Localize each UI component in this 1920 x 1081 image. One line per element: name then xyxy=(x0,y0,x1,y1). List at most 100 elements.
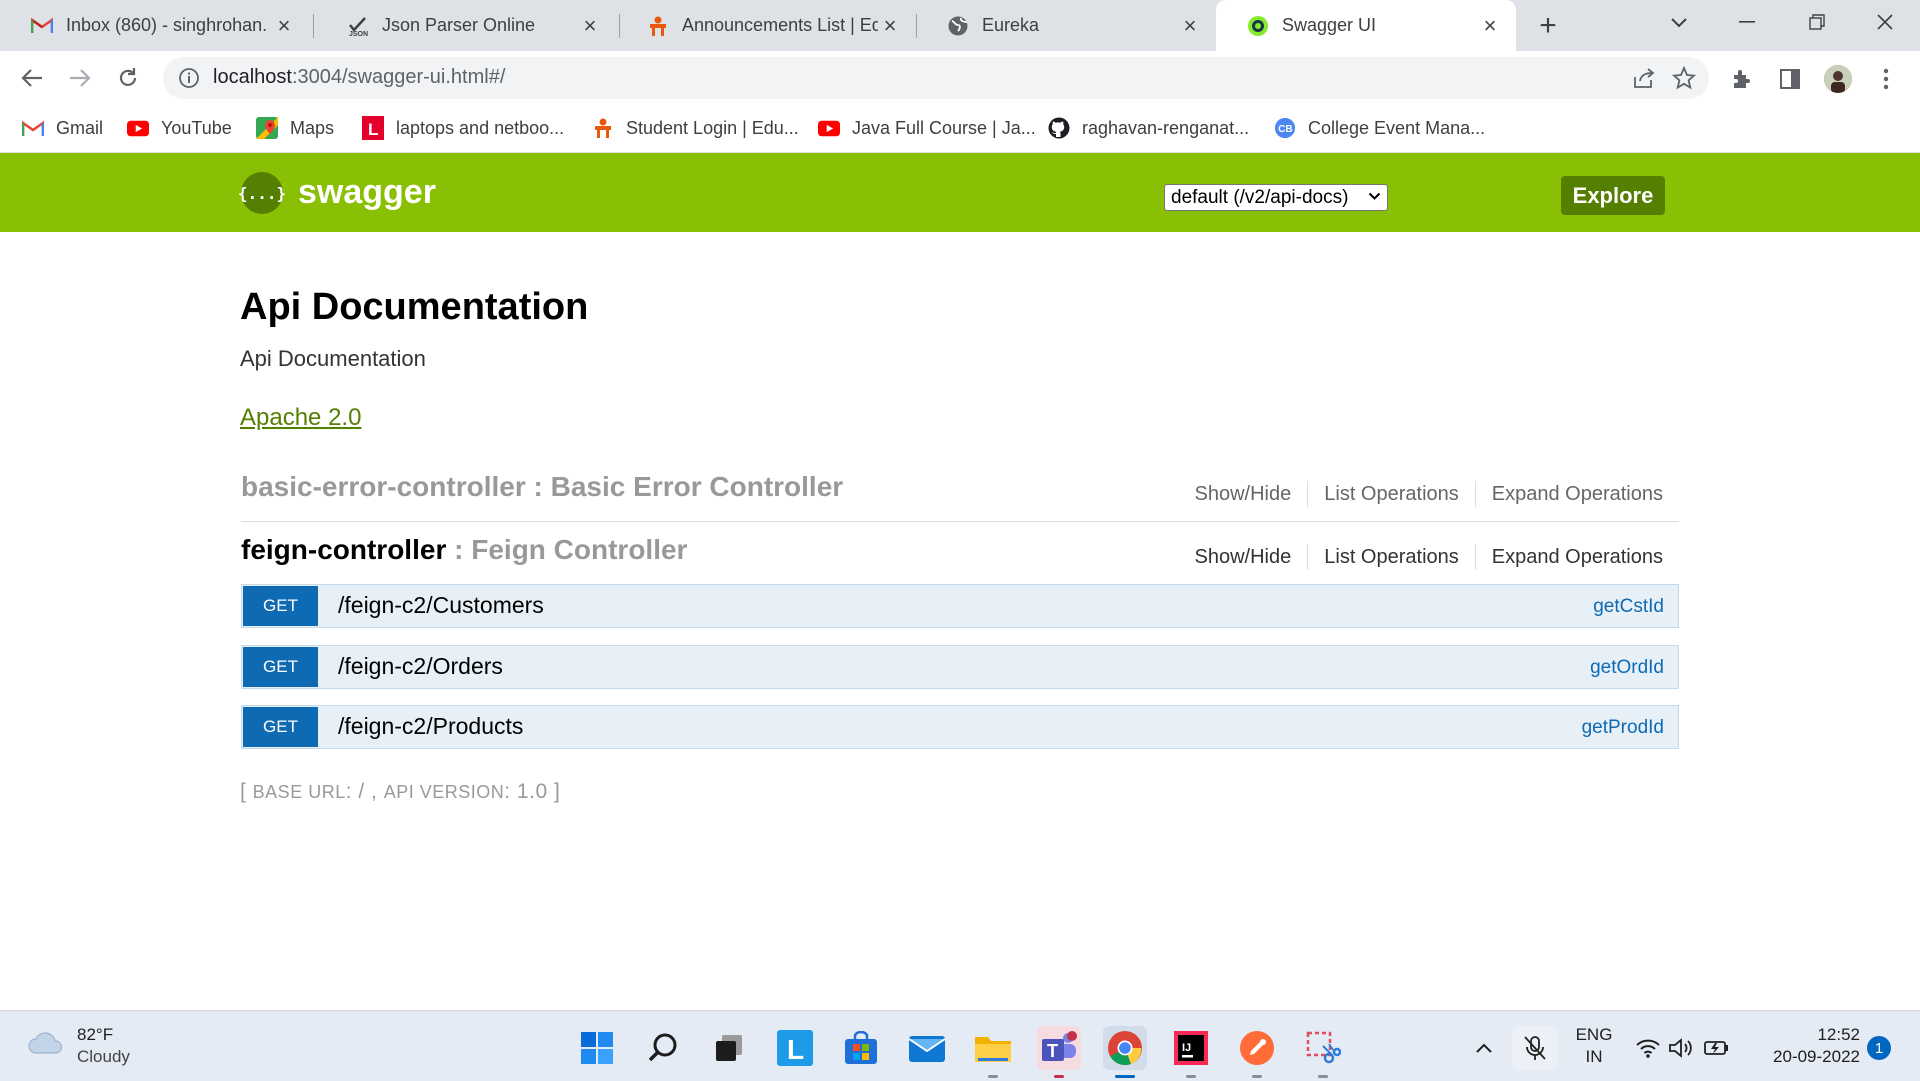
svg-text:CB: CB xyxy=(1278,124,1293,135)
task-view-icon[interactable] xyxy=(707,1026,751,1070)
address-bar[interactable]: localhost:3004/swagger-ui.html#/ xyxy=(163,57,1709,99)
swagger-brand[interactable]: swagger xyxy=(298,173,436,212)
clock[interactable]: 12:52 20-09-2022 xyxy=(1750,1024,1860,1068)
intellij-icon[interactable]: IJ xyxy=(1169,1026,1213,1078)
bookmark-java-course[interactable]: Java Full Course | Ja... xyxy=(818,113,1036,143)
bookmark-student-login[interactable]: Student Login | Edu... xyxy=(592,113,799,143)
info-icon[interactable] xyxy=(177,66,201,90)
chevron-down-icon xyxy=(1368,188,1381,204)
tab-strip: Inbox (860) - singhrohan. × JSON Json Pa… xyxy=(0,0,1920,51)
controller-basic-error: basic-error-controller : Basic Error Con… xyxy=(241,471,1679,522)
running-indicator xyxy=(1115,1075,1135,1078)
tab-eureka[interactable]: Eureka × xyxy=(916,0,1216,51)
expand-operations-link[interactable]: Expand Operations xyxy=(1474,481,1679,507)
running-indicator xyxy=(1054,1075,1064,1078)
side-panel-icon[interactable] xyxy=(1776,65,1804,93)
forward-button[interactable] xyxy=(61,59,99,97)
close-icon[interactable]: × xyxy=(1178,13,1202,38)
endpoint-row[interactable]: GET /feign-c2/Orders getOrdId xyxy=(241,645,1679,689)
restore-button[interactable] xyxy=(1782,0,1852,44)
l-app-icon[interactable]: L xyxy=(773,1026,817,1070)
bookmark-college-event[interactable]: CB College Event Mana... xyxy=(1274,113,1485,143)
endpoint-path[interactable]: /feign-c2/Customers xyxy=(338,592,544,619)
close-window-button[interactable] xyxy=(1850,0,1920,44)
reload-button[interactable] xyxy=(109,59,147,97)
volume-icon[interactable] xyxy=(1664,1026,1700,1070)
chrome-icon[interactable] xyxy=(1103,1026,1147,1078)
endpoint-nickname[interactable]: getOrdId xyxy=(1590,657,1664,679)
snipping-tool-icon[interactable] xyxy=(1301,1026,1345,1078)
expand-operations-link[interactable]: Expand Operations xyxy=(1474,544,1679,570)
search-icon[interactable] xyxy=(641,1026,685,1070)
tab-json-parser[interactable]: JSON Json Parser Online × xyxy=(316,0,616,51)
postman-icon[interactable] xyxy=(1235,1026,1279,1078)
share-icon[interactable] xyxy=(1632,66,1656,90)
globe-icon xyxy=(946,14,970,38)
teams-icon[interactable]: T xyxy=(1037,1026,1081,1078)
bookmark-github[interactable]: raghavan-renganat... xyxy=(1048,113,1249,143)
list-operations-link[interactable]: List Operations xyxy=(1307,544,1475,570)
avatar[interactable] xyxy=(1824,65,1852,93)
close-icon[interactable]: × xyxy=(272,13,296,38)
bookmark-gmail[interactable]: Gmail xyxy=(22,113,103,143)
endpoint-path[interactable]: /feign-c2/Products xyxy=(338,713,523,740)
github-icon xyxy=(1048,117,1070,139)
bookmark-youtube[interactable]: YouTube xyxy=(127,113,232,143)
http-method-badge[interactable]: GET xyxy=(243,647,318,687)
close-icon[interactable]: × xyxy=(878,13,902,38)
endpoint-nickname[interactable]: getCstId xyxy=(1593,596,1664,618)
new-tab-button[interactable]: + xyxy=(1528,8,1568,44)
mail-icon[interactable] xyxy=(905,1026,949,1070)
http-method-badge[interactable]: GET xyxy=(243,586,318,626)
notification-badge[interactable]: 1 xyxy=(1867,1036,1891,1060)
tab-announcements[interactable]: Announcements List | Edu × xyxy=(616,0,916,51)
address-url[interactable]: localhost:3004/swagger-ui.html#/ xyxy=(213,66,505,89)
running-indicator xyxy=(988,1075,998,1078)
mic-muted-icon[interactable] xyxy=(1512,1026,1558,1070)
extensions-icon[interactable] xyxy=(1728,65,1756,93)
show-hide-link[interactable]: Show/Hide xyxy=(1179,544,1308,570)
weather-widget[interactable]: 82°F Cloudy xyxy=(77,1024,130,1068)
edu-icon xyxy=(592,117,614,139)
controller-title[interactable]: basic-error-controller : Basic Error Con… xyxy=(241,471,843,503)
chevron-up-icon[interactable] xyxy=(1470,1026,1498,1070)
bookmark-maps[interactable]: Maps xyxy=(256,113,334,143)
back-button[interactable] xyxy=(13,59,51,97)
browser-toolbar: localhost:3004/swagger-ui.html#/ xyxy=(0,51,1920,105)
windows-taskbar: 82°F Cloudy L T IJ ENG IN 12:52 20-09-20… xyxy=(0,1010,1920,1081)
spec-select[interactable]: default (/v2/api-docs) xyxy=(1164,184,1388,211)
file-explorer-icon[interactable] xyxy=(971,1026,1015,1078)
weather-icon[interactable] xyxy=(26,1027,66,1063)
tab-search-chevron-icon[interactable] xyxy=(1644,0,1714,44)
running-indicator xyxy=(1252,1075,1262,1078)
menu-kebab-icon[interactable] xyxy=(1872,65,1900,93)
star-icon[interactable] xyxy=(1672,66,1696,90)
start-icon[interactable] xyxy=(575,1026,619,1070)
language-indicator[interactable]: ENG IN xyxy=(1572,1024,1616,1068)
endpoint-path[interactable]: /feign-c2/Orders xyxy=(338,653,503,680)
explore-button[interactable]: Explore xyxy=(1561,176,1665,215)
close-icon[interactable]: × xyxy=(578,13,602,38)
tab-swagger-ui[interactable]: Swagger UI × xyxy=(1216,0,1516,51)
endpoint-row[interactable]: GET /feign-c2/Customers getCstId xyxy=(241,584,1679,628)
license-link[interactable]: Apache 2.0 xyxy=(240,404,361,432)
store-icon[interactable] xyxy=(839,1026,883,1070)
wifi-icon[interactable] xyxy=(1630,1026,1666,1070)
bookmark-laptops[interactable]: L laptops and netboo... xyxy=(362,113,564,143)
bookmarks-bar: Gmail YouTube Maps L laptops and netboo.… xyxy=(0,105,1920,153)
svg-text:IJ: IJ xyxy=(1182,1042,1191,1054)
minimize-button[interactable] xyxy=(1712,0,1782,44)
endpoint-nickname[interactable]: getProdId xyxy=(1582,717,1664,739)
battery-icon[interactable] xyxy=(1698,1026,1734,1070)
close-icon[interactable]: × xyxy=(1478,13,1502,38)
endpoint-row[interactable]: GET /feign-c2/Products getProdId xyxy=(241,705,1679,749)
swagger-logo-icon[interactable]: {...} xyxy=(238,172,286,214)
tab-gmail[interactable]: Inbox (860) - singhrohan. × xyxy=(0,0,310,51)
http-method-badge[interactable]: GET xyxy=(243,707,318,747)
youtube-icon xyxy=(818,117,840,139)
list-operations-link[interactable]: List Operations xyxy=(1307,481,1475,507)
gmail-icon xyxy=(22,117,44,139)
swagger-header: {...} swagger default (/v2/api-docs) Exp… xyxy=(0,153,1920,232)
show-hide-link[interactable]: Show/Hide xyxy=(1179,481,1308,507)
controller-title[interactable]: feign-controller : Feign Controller xyxy=(241,534,687,566)
